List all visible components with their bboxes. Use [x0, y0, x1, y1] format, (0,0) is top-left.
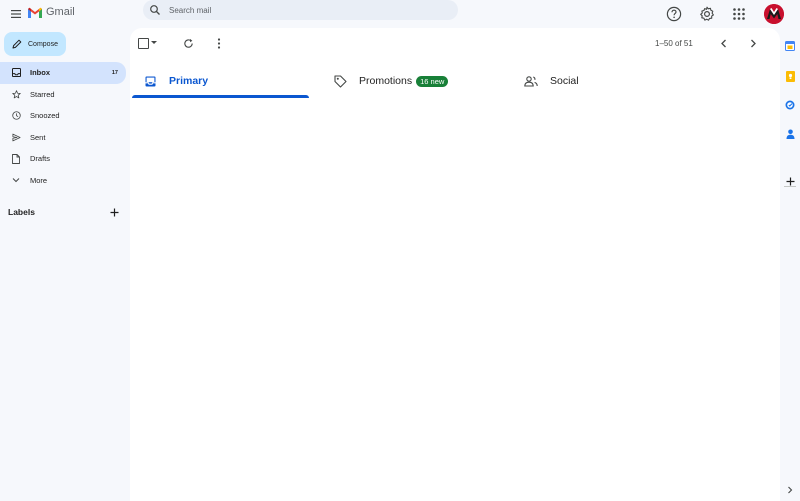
- older-page-button[interactable]: [746, 36, 760, 50]
- sidebar-item-starred[interactable]: Starred: [0, 84, 130, 106]
- select-all-checkbox[interactable]: [138, 38, 149, 49]
- gmail-m-icon: [28, 7, 42, 18]
- active-tab-indicator: [132, 95, 309, 98]
- gmail-logo[interactable]: Gmail: [28, 6, 75, 18]
- sidebar-item-label: Starred: [30, 89, 55, 99]
- avatar-logo-icon: [764, 4, 784, 24]
- labels-heading: Labels: [8, 207, 35, 217]
- tab-label: Social: [550, 75, 579, 87]
- refresh-button[interactable]: [181, 36, 195, 50]
- select-options-dropdown[interactable]: [151, 41, 157, 44]
- chevron-right-icon: [750, 39, 756, 47]
- main-menu-button[interactable]: [8, 6, 24, 22]
- pencil-icon: [12, 39, 22, 49]
- create-label-button[interactable]: [108, 206, 120, 218]
- new-count-badge: 16 new: [416, 75, 449, 87]
- gear-icon: [700, 6, 714, 21]
- unread-count: 17: [111, 69, 118, 76]
- apps-button[interactable]: [730, 5, 748, 23]
- chevron-left-icon: [720, 39, 726, 47]
- plus-icon: [110, 208, 118, 216]
- tab-label: Primary: [169, 75, 209, 87]
- keep-app-button[interactable]: [784, 70, 796, 82]
- sidebar-item-sent[interactable]: Sent: [0, 127, 130, 149]
- pagination-text: 1–50 of 51: [655, 39, 693, 48]
- app-name: Gmail: [46, 6, 75, 18]
- search-icon[interactable]: [149, 4, 161, 16]
- refresh-icon: [183, 38, 193, 48]
- people-icon: [524, 74, 538, 88]
- more-vert-icon: [217, 37, 221, 49]
- account-avatar[interactable]: [764, 4, 784, 24]
- inbox-icon: [11, 68, 21, 78]
- contacts-icon: [786, 129, 794, 139]
- sidebar-item-inbox[interactable]: Inbox 17: [0, 62, 126, 84]
- search-input[interactable]: [167, 4, 451, 16]
- settings-button[interactable]: [698, 5, 716, 23]
- tasks-app-button[interactable]: [784, 99, 796, 111]
- show-side-panel-button[interactable]: [784, 484, 796, 496]
- send-icon: [11, 132, 21, 142]
- get-addons-button[interactable]: [784, 175, 796, 187]
- tab-label: Promotions: [359, 75, 413, 87]
- contacts-app-button[interactable]: [784, 128, 796, 140]
- tab-promotions[interactable]: Promotions 16 new: [333, 64, 449, 98]
- help-icon: [666, 6, 682, 22]
- inbox-icon: [143, 74, 157, 88]
- keep-icon: [785, 70, 795, 82]
- calendar-icon: [785, 41, 795, 51]
- compose-label: Compose: [28, 40, 58, 48]
- sidebar-item-more[interactable]: More: [0, 170, 130, 192]
- mail-list-panel: 1–50 of 51 Primary Promotions 16 new Soc…: [130, 28, 780, 501]
- sidebar-item-drafts[interactable]: Drafts: [0, 148, 130, 170]
- compose-button[interactable]: Compose: [4, 32, 66, 56]
- chevron-down-icon: [11, 175, 21, 185]
- menu-icon: [11, 10, 21, 18]
- search-bar[interactable]: [143, 0, 458, 20]
- draft-icon: [11, 153, 21, 164]
- sidebar-item-label: Inbox: [30, 68, 50, 78]
- sidebar-item-label: Snoozed: [30, 111, 60, 121]
- sidebar-nav: Inbox 17 Starred Snoozed Sent Drafts Mor…: [0, 62, 130, 191]
- help-button[interactable]: [665, 5, 683, 23]
- plus-icon: [786, 177, 794, 185]
- top-header: Gmail: [0, 0, 800, 28]
- tag-icon: [333, 74, 347, 88]
- star-icon: [11, 89, 21, 99]
- calendar-app-button[interactable]: [784, 40, 796, 52]
- tasks-icon: [785, 100, 795, 110]
- chevron-right-icon: [788, 486, 793, 494]
- sidebar-item-label: Drafts: [30, 154, 51, 164]
- clock-icon: [11, 111, 21, 121]
- side-panel: [781, 28, 800, 501]
- newer-page-button[interactable]: [716, 36, 730, 50]
- more-options-button[interactable]: [212, 36, 226, 50]
- apps-grid-icon: [733, 8, 745, 20]
- tab-primary[interactable]: Primary: [143, 64, 208, 98]
- sidebar-item-snoozed[interactable]: Snoozed: [0, 105, 130, 127]
- category-tabs: Primary Promotions 16 new Social: [130, 64, 780, 98]
- sidebar-item-label: More: [30, 175, 48, 185]
- tab-social[interactable]: Social: [524, 64, 579, 98]
- sidebar-item-label: Sent: [30, 132, 46, 142]
